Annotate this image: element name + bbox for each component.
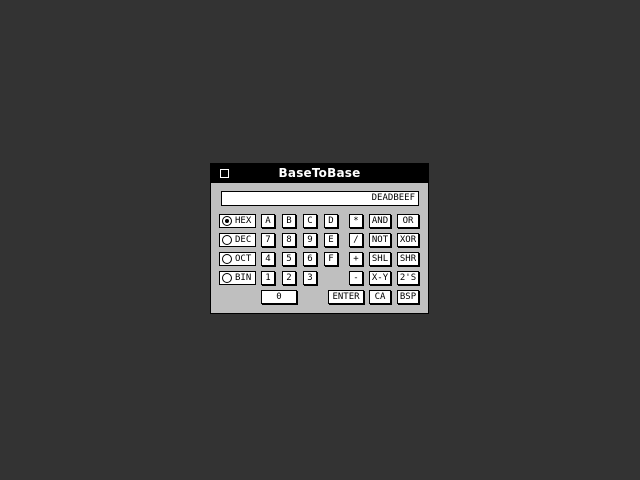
key-1-button[interactable]: 1 (261, 271, 275, 285)
key-3-button[interactable]: 3 (303, 271, 317, 285)
radio-unselected-icon (222, 254, 232, 264)
enter-button[interactable]: ENTER (328, 290, 364, 304)
backspace-button[interactable]: BSP (397, 290, 419, 304)
x-minus-y-button[interactable]: X-Y (369, 271, 391, 285)
key-b-button[interactable]: B (282, 214, 296, 228)
key-e-button[interactable]: E (324, 233, 338, 247)
clear-all-button[interactable]: CA (369, 290, 391, 304)
multiply-button[interactable]: * (349, 214, 363, 228)
shl-button[interactable]: SHL (369, 252, 391, 266)
calculator-body: DEADBEEF HEX DEC OCT BIN A B C D * AND O… (211, 183, 428, 313)
key-0-button[interactable]: 0 (261, 290, 297, 304)
radio-hex[interactable]: HEX (219, 214, 256, 228)
radio-unselected-icon (222, 235, 232, 245)
key-c-button[interactable]: C (303, 214, 317, 228)
key-5-button[interactable]: 5 (282, 252, 296, 266)
not-button[interactable]: NOT (369, 233, 391, 247)
calculator-window: BaseToBase DEADBEEF HEX DEC OCT BIN A B … (210, 163, 429, 314)
value-display: DEADBEEF (221, 191, 419, 206)
or-button[interactable]: OR (397, 214, 419, 228)
key-9-button[interactable]: 9 (303, 233, 317, 247)
key-4-button[interactable]: 4 (261, 252, 275, 266)
window-title: BaseToBase (278, 166, 361, 180)
radio-bin[interactable]: BIN (219, 271, 256, 285)
radio-label: HEX (235, 216, 252, 226)
xor-button[interactable]: XOR (397, 233, 419, 247)
radio-label: DEC (235, 235, 252, 245)
shr-button[interactable]: SHR (397, 252, 419, 266)
add-button[interactable]: + (349, 252, 363, 266)
key-2-button[interactable]: 2 (282, 271, 296, 285)
radio-selected-icon (222, 216, 232, 226)
key-f-button[interactable]: F (324, 252, 338, 266)
radio-unselected-icon (222, 273, 232, 283)
key-a-button[interactable]: A (261, 214, 275, 228)
divide-button[interactable]: / (349, 233, 363, 247)
key-7-button[interactable]: 7 (261, 233, 275, 247)
subtract-button[interactable]: - (349, 271, 363, 285)
key-8-button[interactable]: 8 (282, 233, 296, 247)
key-d-button[interactable]: D (324, 214, 338, 228)
radio-label: BIN (235, 273, 252, 283)
title-bar[interactable]: BaseToBase (211, 164, 428, 183)
radio-oct[interactable]: OCT (219, 252, 256, 266)
and-button[interactable]: AND (369, 214, 391, 228)
twos-complement-button[interactable]: 2'S (397, 271, 419, 285)
key-6-button[interactable]: 6 (303, 252, 317, 266)
radio-label: OCT (235, 254, 252, 264)
radio-dec[interactable]: DEC (219, 233, 256, 247)
